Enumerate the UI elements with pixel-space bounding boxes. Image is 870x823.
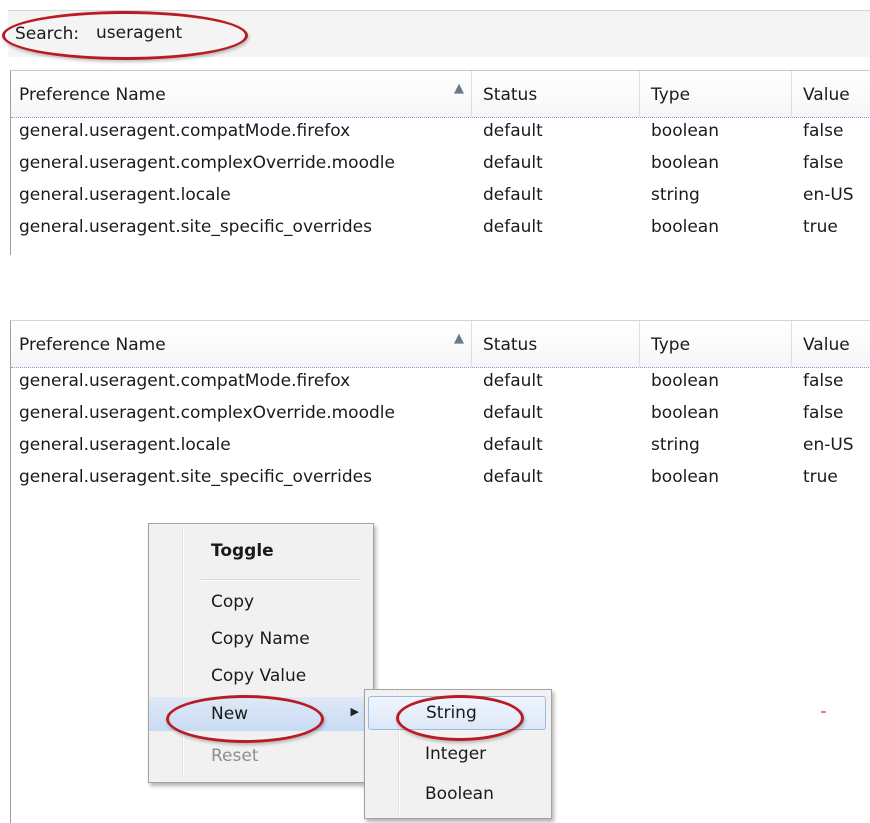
column-header-status[interactable]: Status — [483, 85, 537, 105]
pref-type-cell: boolean — [651, 403, 719, 423]
pref-type-cell: boolean — [651, 371, 719, 391]
submenu-item-string[interactable]: String — [368, 696, 546, 730]
menu-item-new[interactable]: New ▶ — [149, 697, 373, 731]
pref-type-cell: string — [651, 185, 700, 205]
pref-status-cell: default — [483, 153, 543, 173]
column-header-type[interactable]: Type — [651, 85, 690, 105]
table-row[interactable]: general.useragent.complexOverride.moodle… — [11, 399, 870, 431]
column-header-row: Preference Name ▲ Status Type Value — [11, 321, 870, 368]
column-header-status[interactable]: Status — [483, 335, 537, 355]
menu-item-reset: Reset — [149, 739, 373, 773]
table-row[interactable]: general.useragent.site_specific_override… — [11, 463, 870, 495]
search-label: Search: — [15, 24, 80, 44]
menu-separator — [201, 579, 361, 581]
new-submenu: String Integer Boolean — [364, 689, 552, 819]
pref-value-cell: en-US — [803, 435, 854, 455]
pref-value-cell: false — [803, 403, 844, 423]
pref-status-cell: default — [483, 467, 543, 487]
pref-value-cell: true — [803, 217, 838, 237]
menu-item-label: Copy Value — [211, 666, 307, 686]
menu-item-copy-value[interactable]: Copy Value — [149, 659, 373, 693]
column-header-preference-name[interactable]: Preference Name — [19, 85, 166, 105]
pref-status-cell: default — [483, 217, 543, 237]
column-header-type[interactable]: Type — [651, 335, 690, 355]
pref-type-cell: boolean — [651, 153, 719, 173]
pref-name-cell: general.useragent.site_specific_override… — [19, 467, 372, 487]
menu-item-label: Copy — [211, 592, 255, 612]
stray-mark — [821, 711, 826, 713]
pref-name-cell: general.useragent.site_specific_override… — [19, 217, 372, 237]
pref-name-cell: general.useragent.locale — [19, 435, 231, 455]
pref-name-cell: general.useragent.compatMode.firefox — [19, 121, 351, 141]
preference-list-top: Preference Name ▲ Status Type Value gene… — [10, 70, 870, 255]
pref-value-cell: false — [803, 371, 844, 391]
menu-item-label: Reset — [211, 746, 259, 766]
table-row[interactable]: general.useragent.compatMode.firefox def… — [11, 117, 870, 149]
sort-ascending-icon: ▲ — [454, 331, 464, 346]
pref-status-cell: default — [483, 121, 543, 141]
pref-value-cell: false — [803, 153, 844, 173]
menu-item-copy-name[interactable]: Copy Name — [149, 622, 373, 656]
column-header-row: Preference Name ▲ Status Type Value — [11, 71, 870, 118]
column-divider[interactable] — [471, 321, 472, 367]
table-row[interactable]: general.useragent.compatMode.firefox def… — [11, 367, 870, 399]
column-divider[interactable] — [639, 71, 640, 117]
column-divider[interactable] — [471, 71, 472, 117]
submenu-arrow-icon: ▶ — [350, 705, 359, 718]
search-input[interactable] — [96, 21, 870, 45]
pref-name-cell: general.useragent.complexOverride.moodle — [19, 403, 395, 423]
pref-type-cell: string — [651, 435, 700, 455]
pref-status-cell: default — [483, 403, 543, 423]
pref-status-cell: default — [483, 371, 543, 391]
submenu-item-boolean[interactable]: Boolean — [368, 778, 546, 812]
menu-item-toggle[interactable]: Toggle — [149, 534, 373, 568]
pref-status-cell: default — [483, 185, 543, 205]
menu-item-label: Toggle — [211, 541, 274, 561]
menu-item-label: String — [426, 703, 477, 723]
submenu-item-integer[interactable]: Integer — [368, 738, 546, 772]
menu-item-label: New — [211, 704, 249, 724]
pref-type-cell: boolean — [651, 217, 719, 237]
table-row[interactable]: general.useragent.locale default string … — [11, 431, 870, 463]
context-menu: Toggle Copy Copy Name Copy Value New ▶ R… — [148, 523, 374, 783]
column-header-value[interactable]: Value — [803, 335, 850, 355]
pref-value-cell: true — [803, 467, 838, 487]
menu-item-label: Boolean — [425, 784, 494, 804]
table-row[interactable]: general.useragent.site_specific_override… — [11, 213, 870, 245]
pref-name-cell: general.useragent.locale — [19, 185, 231, 205]
table-row[interactable]: general.useragent.locale default string … — [11, 181, 870, 213]
table-row[interactable]: general.useragent.complexOverride.moodle… — [11, 149, 870, 181]
column-divider[interactable] — [639, 321, 640, 367]
search-bar: Search: — [8, 10, 870, 57]
pref-name-cell: general.useragent.complexOverride.moodle — [19, 153, 395, 173]
pref-value-cell: false — [803, 121, 844, 141]
menu-item-label: Copy Name — [211, 629, 310, 649]
column-header-value[interactable]: Value — [803, 85, 850, 105]
pref-name-cell: general.useragent.compatMode.firefox — [19, 371, 351, 391]
column-header-preference-name[interactable]: Preference Name — [19, 335, 166, 355]
pref-value-cell: en-US — [803, 185, 854, 205]
column-divider[interactable] — [791, 71, 792, 117]
pref-type-cell: boolean — [651, 121, 719, 141]
pref-type-cell: boolean — [651, 467, 719, 487]
pref-status-cell: default — [483, 435, 543, 455]
menu-item-label: Integer — [425, 744, 487, 764]
sort-ascending-icon: ▲ — [454, 81, 464, 96]
menu-item-copy[interactable]: Copy — [149, 585, 373, 619]
column-divider[interactable] — [791, 321, 792, 367]
